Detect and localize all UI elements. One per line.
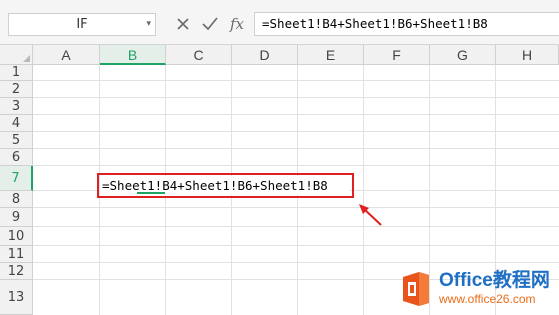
row-header-6[interactable]: 6 (0, 149, 33, 166)
highlight-box (97, 173, 354, 198)
chevron-down-icon[interactable]: ▾ (146, 14, 151, 35)
watermark-title-prefix: Office (439, 270, 493, 291)
row-header-5[interactable]: 5 (0, 132, 33, 149)
insert-function-button[interactable]: fx (227, 13, 247, 35)
watermark-url: www.office26.com (439, 292, 536, 306)
row-header-3[interactable]: 3 (0, 98, 33, 115)
watermark: Office教程网 www.office26.com (392, 262, 559, 315)
close-icon[interactable] (173, 13, 193, 35)
column-header-f[interactable]: F (364, 45, 430, 65)
row-header-7[interactable]: 7 (0, 166, 33, 191)
check-icon[interactable] (200, 13, 220, 35)
row-header-2[interactable]: 2 (0, 81, 33, 98)
row-header-11[interactable]: 11 (0, 246, 33, 263)
fx-label: fx (229, 15, 244, 33)
select-all-corner[interactable] (0, 45, 33, 65)
column-header-b[interactable]: B (100, 45, 166, 65)
column-header-e[interactable]: E (298, 45, 364, 65)
row-header-12[interactable]: 12 (0, 263, 33, 280)
formula-input[interactable]: =Sheet1!B4+Sheet1!B6+Sheet1!B8 (254, 12, 559, 36)
row-header-8[interactable]: 8 (0, 191, 33, 208)
row-header-10[interactable]: 10 (0, 227, 33, 246)
row-header-4[interactable]: 4 (0, 115, 33, 132)
watermark-title: Office教程网 (439, 268, 550, 293)
name-box-value: IF (76, 17, 88, 32)
formula-bar: IF ▾ fx =Sheet1!B4+Sheet1!B6+Sheet1!B8 (0, 0, 559, 45)
column-header-d[interactable]: D (232, 45, 298, 65)
office-logo-icon (403, 272, 429, 306)
column-header-c[interactable]: C (166, 45, 232, 65)
watermark-title-suffix: 教程网 (492, 269, 550, 291)
name-box[interactable]: IF ▾ (8, 13, 156, 36)
row-header-13[interactable]: 13 (0, 280, 33, 315)
row-header-9[interactable]: 9 (0, 208, 33, 227)
column-header-h[interactable]: H (496, 45, 559, 65)
red-arrow-icon (359, 204, 382, 226)
column-header-a[interactable]: A (33, 45, 100, 65)
column-header-g[interactable]: G (430, 45, 496, 65)
row-header-1[interactable]: 1 (0, 65, 33, 81)
